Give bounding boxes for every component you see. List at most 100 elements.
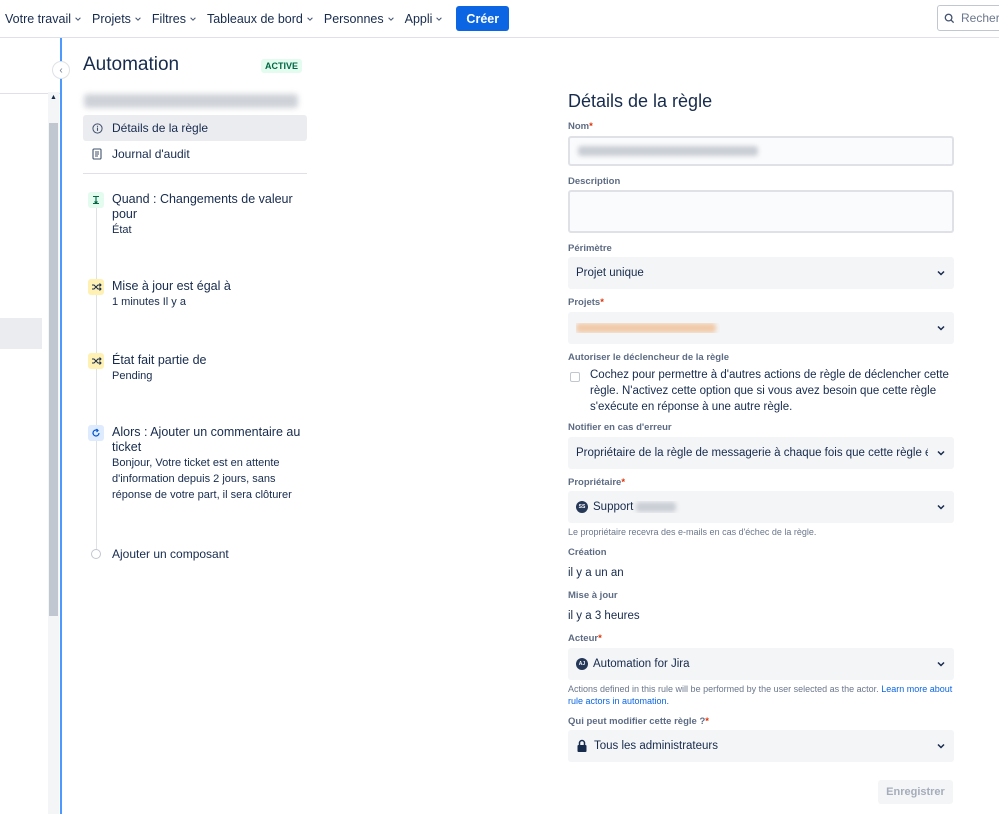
component-subtitle: 1 minutes Il y a	[112, 296, 186, 308]
name-value-redacted	[578, 146, 758, 156]
nav-label: Votre travail	[5, 11, 72, 26]
created-label: Création	[568, 547, 607, 558]
status-badge: ACTIVE	[261, 59, 303, 73]
notify-select[interactable]: Propriétaire de la règle de messagerie à…	[568, 437, 954, 469]
nav-label: Projets	[92, 11, 131, 26]
condition-icon	[88, 279, 104, 295]
collapse-sidebar-button[interactable]: ‹	[52, 61, 70, 79]
lock-icon	[577, 739, 587, 752]
name-label: Nom*	[568, 121, 593, 132]
top-navigation: Votre travail Projets Filtres Tableaux d…	[0, 0, 999, 38]
save-button[interactable]: Enregistrer	[878, 780, 953, 804]
allow-trigger-text: Cochez pour permettre à d'autres actions…	[590, 369, 949, 413]
component-trigger[interactable]: Quand : Changements de valeur pour État	[88, 192, 308, 238]
nav-your-work[interactable]: Votre travail	[0, 4, 87, 34]
add-circle-icon	[91, 549, 101, 559]
add-component-label: Ajouter un composant	[112, 547, 229, 561]
menu-rule-details[interactable]: Détails de la règle	[83, 115, 307, 141]
description-label: Description	[568, 176, 621, 187]
notify-value: Propriétaire de la règle de messagerie à…	[576, 447, 928, 459]
details-title: Détails de la règle	[568, 91, 713, 111]
owner-label: Propriétaire*	[568, 477, 626, 488]
component-subtitle: Bonjour, Votre ticket est en attente d'i…	[112, 457, 292, 501]
avatar: SS	[576, 501, 588, 513]
rule-name-redacted	[84, 94, 298, 108]
nav-label: Filtres	[151, 11, 186, 26]
nav-projects[interactable]: Projets	[87, 4, 147, 34]
add-component-button[interactable]: Ajouter un composant	[91, 547, 229, 561]
scroll-up-arrow-icon[interactable]: ▲	[50, 94, 57, 101]
notify-label: Notifier en cas d'erreur	[568, 422, 672, 433]
created-value: il y a un an	[568, 567, 624, 579]
chevron-down-icon	[436, 16, 443, 21]
updated-value: il y a 3 heures	[568, 610, 640, 622]
projects-label: Projets*	[568, 297, 604, 308]
scope-value: Projet unique	[576, 267, 644, 279]
search-icon	[944, 13, 955, 23]
menu-label: Détails de la règle	[112, 121, 209, 135]
description-field[interactable]	[568, 190, 954, 233]
sidebar-resize-handle[interactable]	[60, 38, 62, 814]
action-icon	[88, 425, 104, 441]
chevron-down-icon	[937, 661, 945, 667]
chevron-down-icon	[387, 16, 394, 21]
owner-help: Le propriétaire recevra des e-mails en c…	[568, 527, 817, 537]
component-subtitle: Pending	[112, 370, 153, 382]
chevron-down-icon	[937, 450, 945, 456]
actor-select[interactable]: AJ Automation for Jira	[568, 648, 954, 680]
chevron-down-icon	[937, 325, 945, 331]
scope-select[interactable]: Projet unique	[568, 257, 954, 289]
actor-value: AJ Automation for Jira	[576, 658, 928, 670]
menu-audit-log[interactable]: Journal d'audit	[83, 141, 307, 167]
component-condition-status[interactable]: État fait partie de Pending	[88, 353, 308, 384]
nav-dashboards[interactable]: Tableaux de bord	[202, 4, 319, 34]
nav-filters[interactable]: Filtres	[147, 4, 202, 34]
component-subtitle: État	[112, 224, 132, 236]
search-placeholder: Recherc	[961, 11, 999, 25]
search-input[interactable]: Recherc	[937, 5, 999, 31]
trigger-icon	[88, 192, 104, 208]
actor-label: Acteur*	[568, 633, 602, 644]
chevron-down-icon	[75, 16, 81, 21]
page-title: Automation	[83, 54, 180, 75]
nav-people[interactable]: Personnes	[319, 4, 400, 34]
scrollbar-thumb[interactable]	[49, 123, 58, 616]
info-icon	[91, 122, 103, 134]
allow-trigger-row: Cochez pour permettre à d'autres actions…	[570, 367, 950, 415]
who-can-edit-label: Qui peut modifier cette règle ?*	[568, 716, 709, 727]
chevron-left-icon: ‹	[59, 64, 63, 76]
component-title: État fait partie de	[112, 353, 207, 367]
component-title: Mise à jour est égal à	[112, 279, 231, 293]
menu-label: Journal d'audit	[112, 147, 190, 161]
projects-value-redacted	[576, 323, 928, 333]
owner-value: SS Support	[576, 501, 928, 513]
allow-trigger-label: Autoriser le déclencheur de la règle	[568, 352, 730, 363]
component-action-comment[interactable]: Alors : Ajouter un commentaire au ticket…	[88, 425, 308, 503]
divider	[83, 173, 307, 174]
condition-icon	[88, 353, 104, 369]
nav-label: Appli	[404, 11, 433, 26]
sidebar-selected-item[interactable]	[0, 318, 42, 349]
projects-select[interactable]	[568, 312, 954, 344]
allow-trigger-checkbox[interactable]	[570, 372, 580, 382]
who-can-edit-value: Tous les administrateurs	[576, 739, 928, 753]
nav-apps[interactable]: Appli	[400, 4, 449, 34]
nav-label: Tableaux de bord	[206, 11, 303, 26]
nav-label: Personnes	[323, 11, 384, 26]
owner-select[interactable]: SS Support	[568, 491, 954, 523]
chevron-down-icon	[135, 16, 141, 21]
chevron-down-icon	[937, 270, 945, 276]
who-can-edit-select[interactable]: Tous les administrateurs	[568, 730, 954, 762]
scope-label: Périmètre	[568, 243, 612, 254]
component-title: Alors : Ajouter un commentaire au ticket	[112, 425, 301, 454]
chevron-down-icon	[937, 504, 945, 510]
actor-help: Actions defined in this rule will be per…	[568, 684, 953, 706]
create-button[interactable]: Créer	[456, 6, 510, 31]
component-title: Quand : Changements de valeur pour	[112, 192, 293, 221]
chevron-down-icon	[190, 16, 196, 21]
chevron-down-icon	[307, 16, 313, 21]
name-field[interactable]	[568, 136, 954, 166]
avatar: AJ	[576, 658, 588, 670]
component-condition-updated[interactable]: Mise à jour est égal à 1 minutes Il y a	[88, 279, 308, 310]
chevron-down-icon	[937, 743, 945, 749]
